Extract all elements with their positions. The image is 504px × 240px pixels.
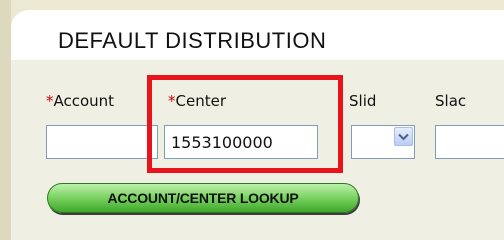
- required-marker: *: [46, 92, 54, 110]
- left-border: [0, 0, 11, 240]
- account-label-text: Account: [53, 92, 115, 110]
- section-title: DEFAULT DISTRIBUTION: [58, 28, 327, 53]
- slid-dropdown-button[interactable]: [394, 127, 413, 146]
- highlight-box: [147, 75, 343, 173]
- account-center-lookup-button[interactable]: ACCOUNT/CENTER LOOKUP: [47, 183, 359, 213]
- slid-select[interactable]: [351, 125, 415, 159]
- account-input[interactable]: [46, 125, 158, 159]
- slid-label: Slid: [349, 92, 377, 110]
- slac-label: Slac: [435, 92, 467, 110]
- account-label: *Account: [46, 92, 114, 110]
- slac-input[interactable]: [435, 125, 504, 159]
- chevron-down-icon: [398, 133, 409, 140]
